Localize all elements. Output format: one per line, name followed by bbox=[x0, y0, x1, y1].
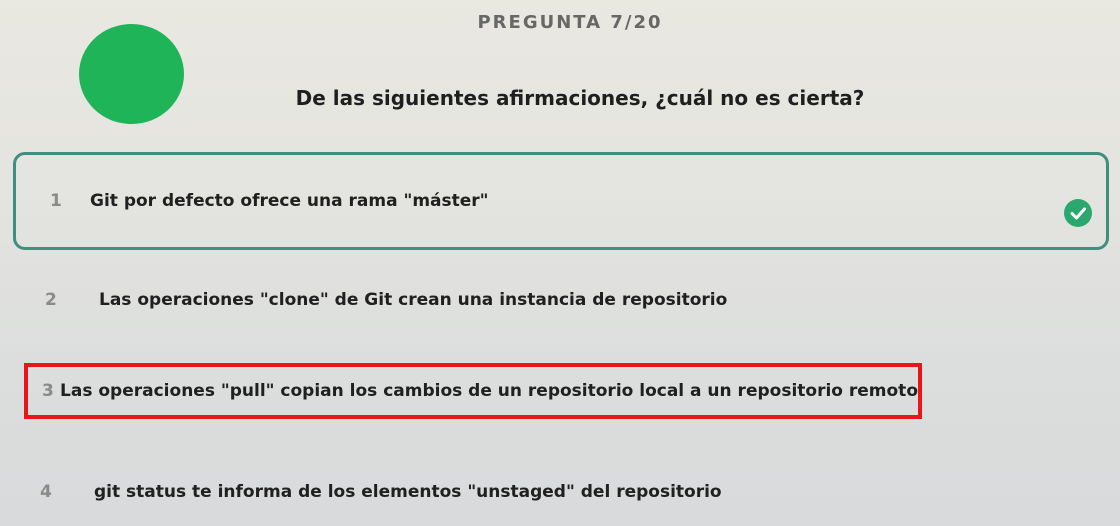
question-text: De las siguientes afirmaciones, ¿cuál no… bbox=[295, 86, 865, 110]
option-number: 3 bbox=[42, 381, 54, 401]
answer-option-2[interactable]: 2 Las operaciones "clone" de Git crean u… bbox=[45, 282, 945, 318]
option-text: Las operaciones "pull" copian los cambio… bbox=[60, 381, 918, 401]
question-counter: PREGUNTA 7/20 bbox=[477, 12, 663, 33]
option-number: 4 bbox=[40, 482, 52, 502]
option-text: git status te informa de los elementos "… bbox=[94, 482, 722, 502]
avatar bbox=[79, 24, 184, 124]
option-text: Las operaciones "clone" de Git crean una… bbox=[99, 290, 728, 310]
answer-option-4[interactable]: 4 git status te informa de los elementos… bbox=[40, 474, 940, 510]
check-circle-icon bbox=[1064, 199, 1092, 227]
option-text: Git por defecto ofrece una rama "máster" bbox=[90, 191, 489, 211]
option-number: 1 bbox=[50, 191, 62, 211]
answer-option-3[interactable]: 3 Las operaciones "pull" copian los camb… bbox=[24, 363, 922, 419]
option-number: 2 bbox=[45, 290, 57, 310]
answer-option-1[interactable]: 1 Git por defecto ofrece una rama "máste… bbox=[13, 152, 1109, 250]
